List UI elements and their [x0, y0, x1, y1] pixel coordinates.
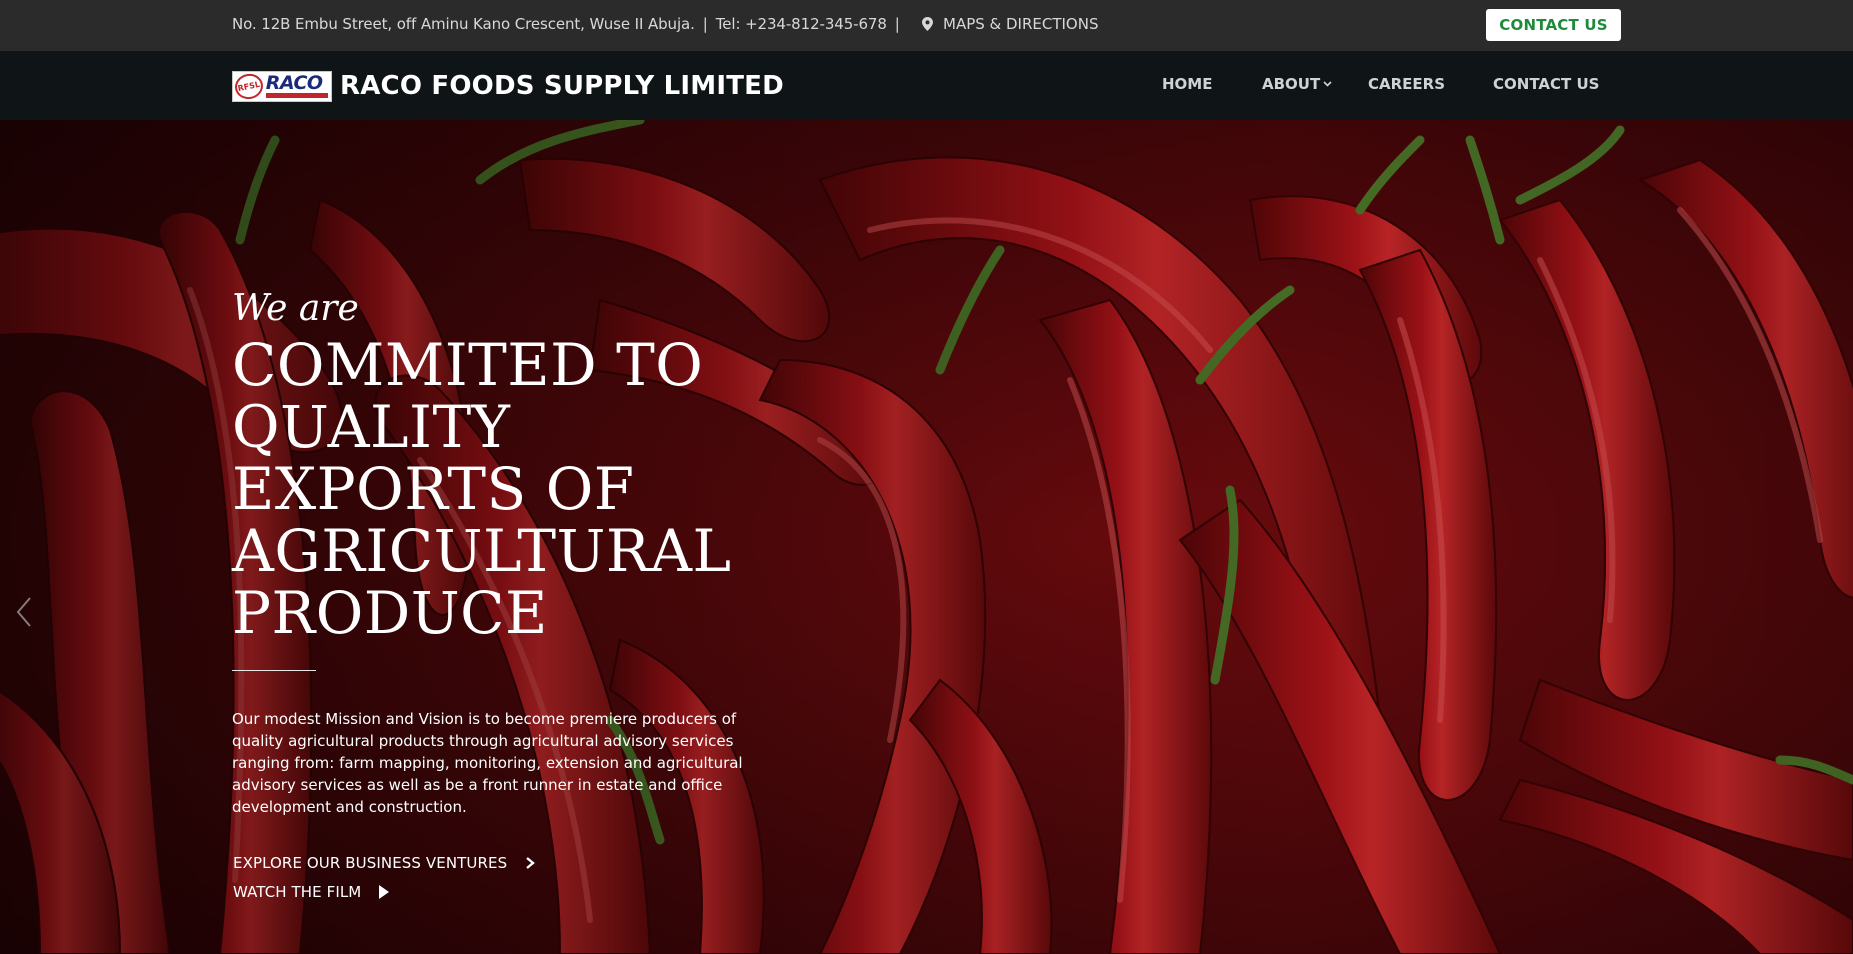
- contact-info: No. 12B Embu Street, off Aminu Kano Cres…: [232, 15, 908, 33]
- hero-title-line: AGRICULTURAL: [232, 517, 732, 585]
- hero-divider: [232, 670, 316, 671]
- nav-menu: HOME ABOUT CAREERS CONTACT US: [0, 75, 1853, 95]
- cta-label: WATCH THE FILM: [233, 883, 362, 901]
- maps-directions-link[interactable]: MAPS & DIRECTIONS: [922, 15, 1099, 33]
- nav-item-about[interactable]: ABOUT: [1262, 75, 1332, 93]
- hero-title-line: EXPORTS OF: [232, 455, 635, 523]
- play-icon: [379, 885, 390, 899]
- main-navbar: RFSL RACO RACO FOODS SUPPLY LIMITED HOME…: [0, 51, 1853, 120]
- nav-item-contact-us[interactable]: CONTACT US: [1493, 75, 1599, 93]
- hero-title-line: PRODUCE: [232, 579, 548, 647]
- hero-title: COMMITED TO QUALITY EXPORTS OF AGRICULTU…: [232, 334, 792, 644]
- watch-film-link[interactable]: WATCH THE FILM: [233, 883, 390, 901]
- nav-item-home[interactable]: HOME: [1162, 75, 1212, 93]
- hero-title-line: COMMITED TO: [232, 331, 704, 399]
- phone-text[interactable]: Tel: +234-812-345-678: [716, 15, 887, 33]
- separator: |: [894, 15, 900, 33]
- chevron-down-icon: [1323, 81, 1332, 87]
- top-info-bar: No. 12B Embu Street, off Aminu Kano Cres…: [0, 0, 1853, 51]
- nav-item-label: ABOUT: [1262, 75, 1321, 93]
- chevron-left-icon[interactable]: [14, 592, 36, 632]
- chevron-right-icon: [526, 857, 536, 869]
- nav-item-careers[interactable]: CAREERS: [1368, 75, 1445, 93]
- contact-us-button[interactable]: CONTACT US: [1486, 9, 1621, 41]
- cta-label: EXPLORE OUR BUSINESS VENTURES: [233, 854, 508, 872]
- hero-slider: We are COMMITED TO QUALITY EXPORTS OF AG…: [0, 120, 1853, 954]
- nav-item-label: CONTACT US: [1493, 75, 1600, 93]
- map-pin-icon: [922, 17, 933, 31]
- maps-label: MAPS & DIRECTIONS: [943, 15, 1099, 33]
- address-text: No. 12B Embu Street, off Aminu Kano Cres…: [232, 15, 695, 33]
- hero-description: Our modest Mission and Vision is to beco…: [232, 710, 743, 816]
- separator: |: [702, 15, 708, 33]
- hero-intro: We are: [232, 288, 359, 329]
- nav-item-label: CAREERS: [1368, 75, 1446, 93]
- hero-title-line: QUALITY: [232, 393, 511, 461]
- nav-item-label: HOME: [1162, 75, 1213, 93]
- explore-ventures-link[interactable]: EXPLORE OUR BUSINESS VENTURES: [233, 854, 536, 872]
